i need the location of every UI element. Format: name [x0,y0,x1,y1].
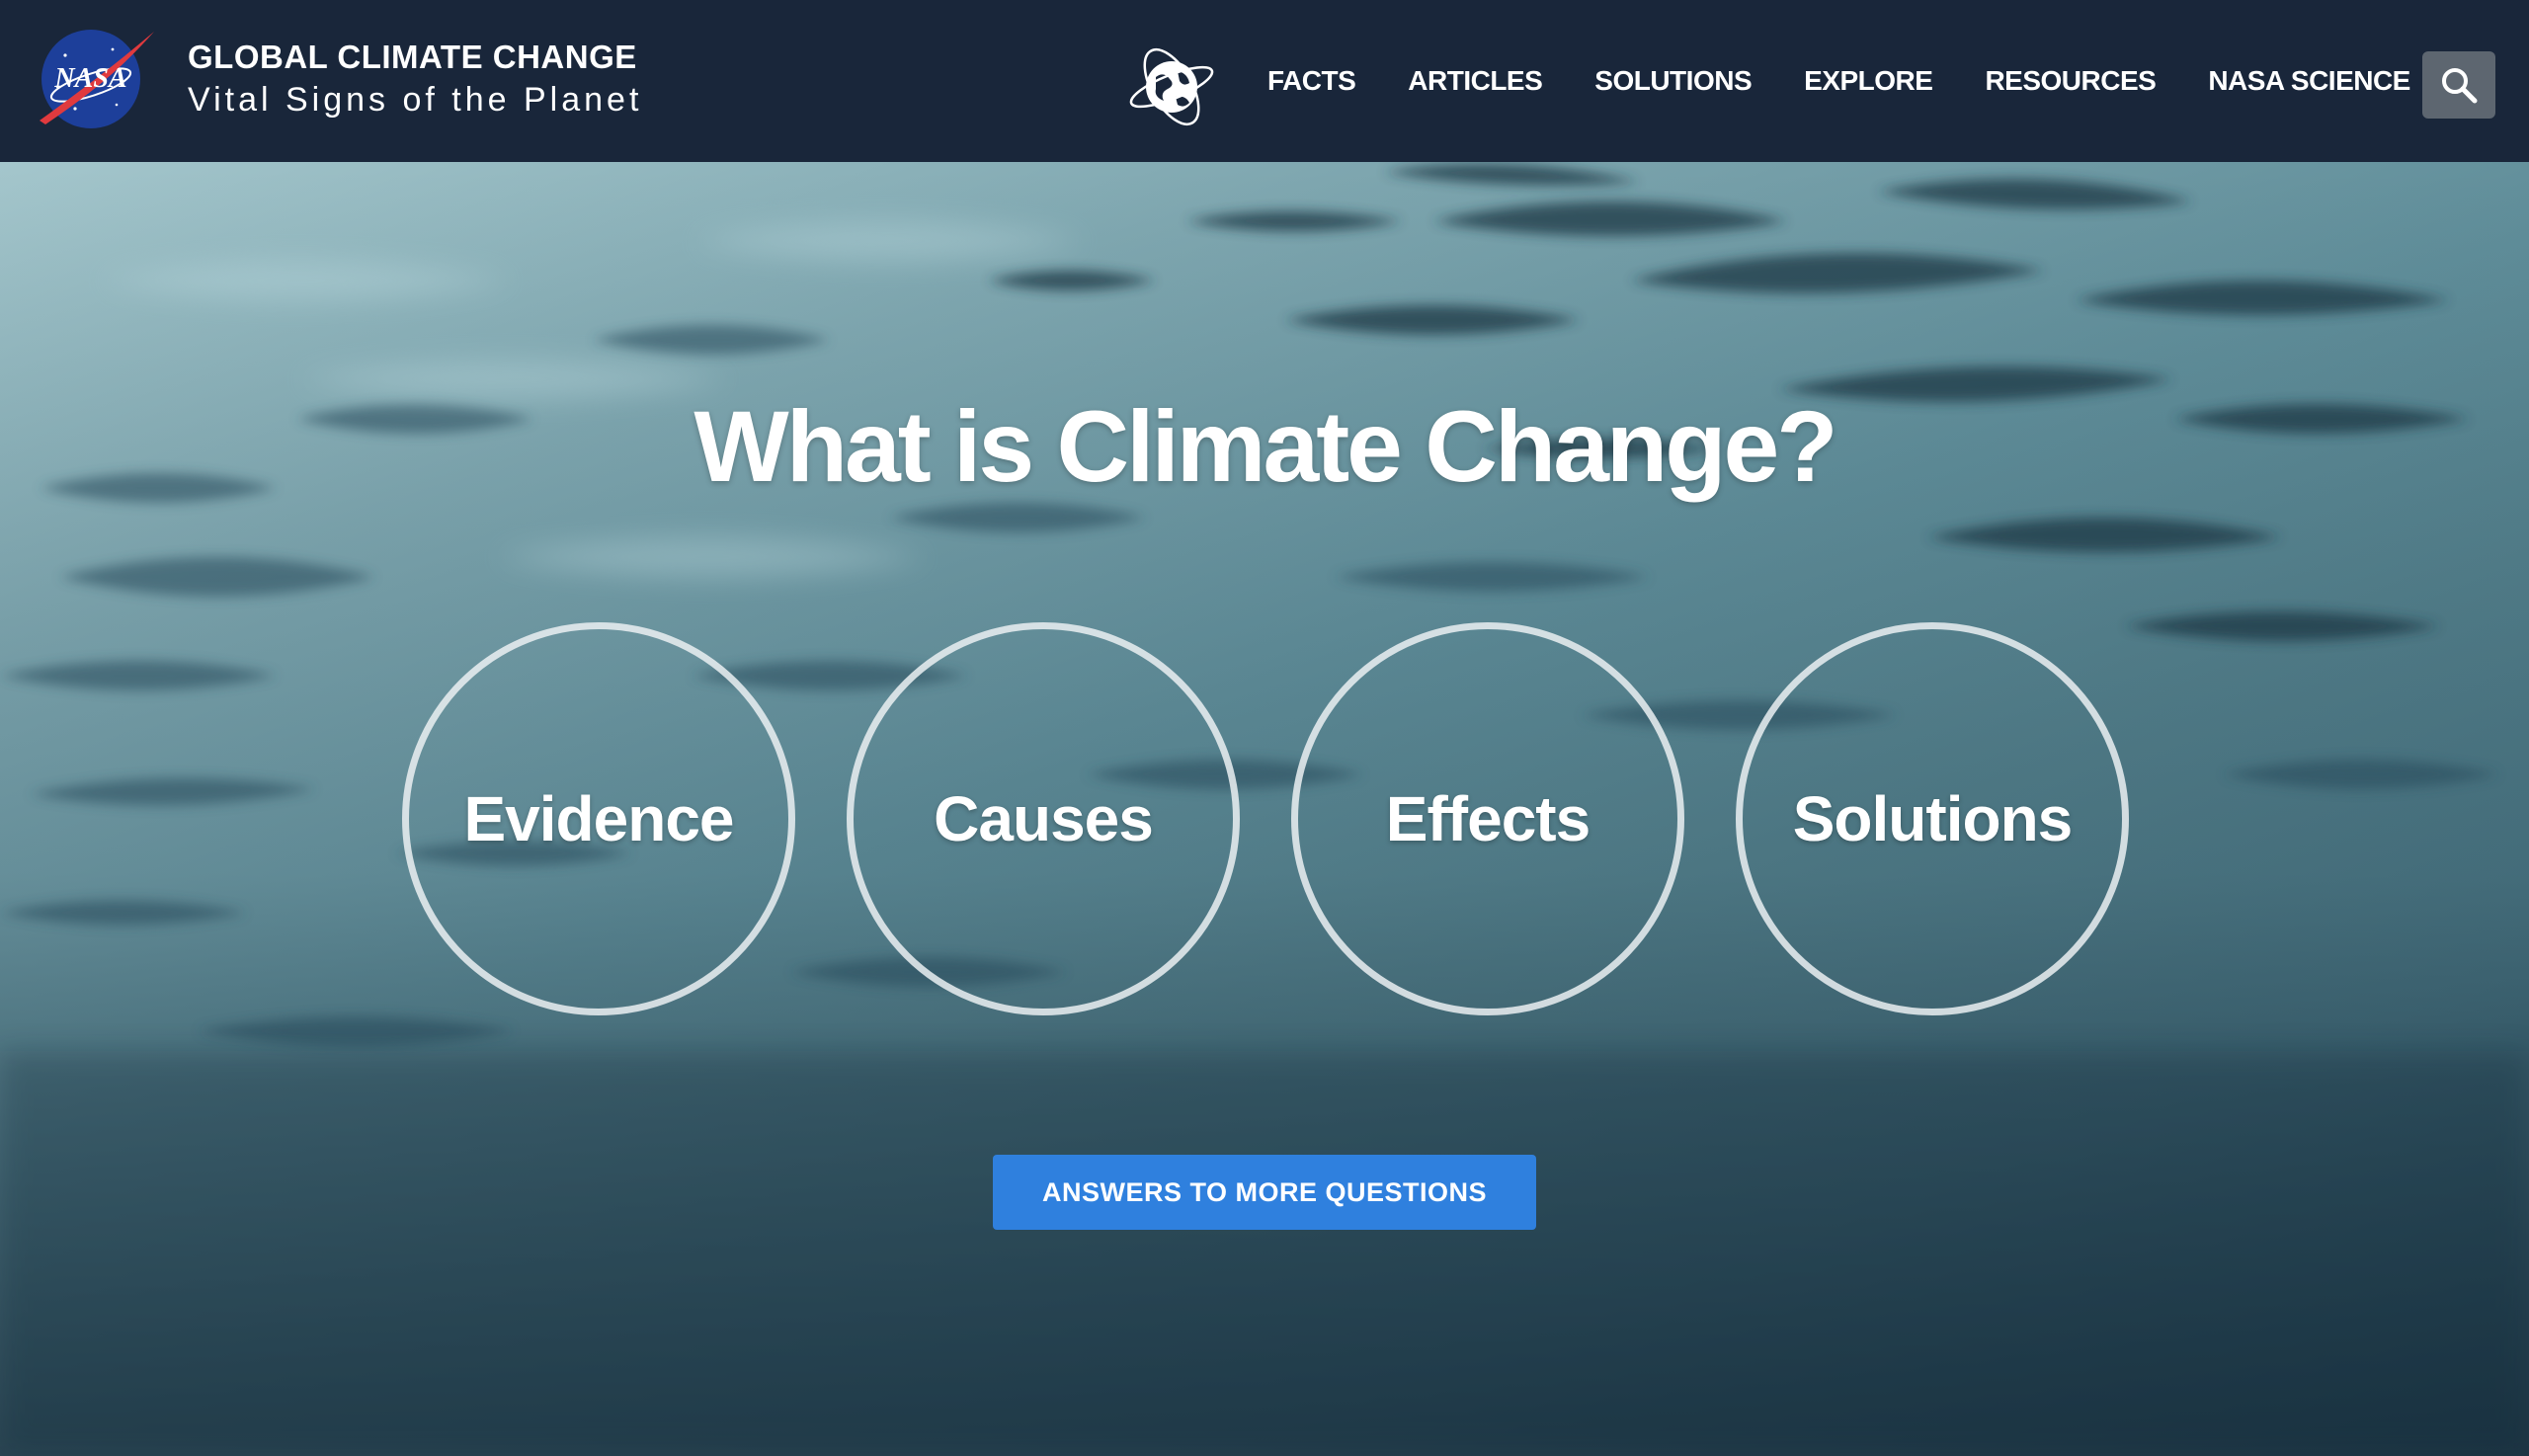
topic-causes[interactable]: Causes [847,622,1240,1015]
nav-facts[interactable]: FACTS [1267,65,1356,97]
nav-explore[interactable]: EXPLORE [1804,65,1933,97]
nav-solutions[interactable]: SOLUTIONS [1594,65,1752,97]
hero-section: What is Climate Change? Evidence Causes … [0,162,2529,1456]
nav-resources[interactable]: RESOURCES [1985,65,2156,97]
brand-text: GLOBAL CLIMATE CHANGE Vital Signs of the… [188,38,642,121]
home-link[interactable]: NASA GLOBAL CLIMATE CHANGE Vital Signs o… [36,26,642,132]
main-nav: FACTS ARTICLES SOLUTIONS EXPLORE RESOURC… [1235,0,2430,162]
site-header: NASA GLOBAL CLIMATE CHANGE Vital Signs o… [0,0,2529,162]
hero-title: What is Climate Change? [693,390,1837,503]
nasa-logo-icon: NASA [40,30,154,128]
site-subtitle: Vital Signs of the Planet [188,81,643,119]
answers-more-questions-button[interactable]: ANSWERS TO MORE QUESTIONS [993,1155,1536,1230]
search-button[interactable] [2422,51,2495,119]
topic-solutions[interactable]: Solutions [1736,622,2129,1015]
nav-nasa-science[interactable]: NASA SCIENCE [2208,65,2410,97]
search-icon [2442,68,2478,104]
nav-articles[interactable]: ARTICLES [1408,65,1543,97]
topic-effects[interactable]: Effects [1291,622,1684,1015]
water-background-image [0,164,2529,1456]
svg-text:NASA: NASA [53,63,126,94]
topic-evidence[interactable]: Evidence [402,622,795,1015]
site-title: GLOBAL CLIMATE CHANGE [188,39,637,75]
globe-orbit-icon[interactable] [1126,43,1217,130]
